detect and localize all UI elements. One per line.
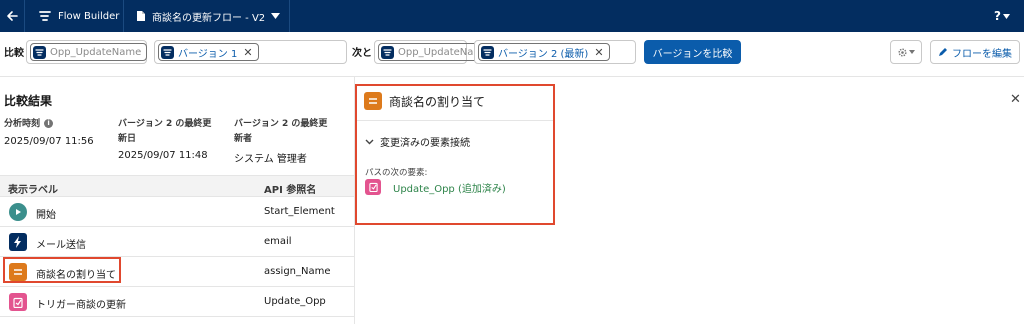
right-version-field[interactable]: バージョン 2 (最新) ✕ [474,40,636,64]
settings-menu-button[interactable] [890,40,922,64]
detail-title: 商談名の割り当て [389,94,486,109]
row-label: トリガー商談の更新 [36,300,126,311]
flow-title: 商談名の更新フロー - V2 [152,12,266,24]
assignment-icon [364,92,382,110]
last-modified-by-value: システム 管理者 [234,154,307,165]
help-menu[interactable]: ? [994,0,1010,32]
flow-icon [39,11,51,21]
element-detail-panel: 商談名の割り当て 変更済みの要素接続 パスの次の要素: Update_Opp (… [355,84,555,225]
next-element-label: パスの次の要素: [365,168,428,178]
results-title: 比較結果 [4,94,53,108]
changed-connections-section[interactable]: 変更済みの要素接続 [365,134,470,149]
arrow-left-icon [7,11,18,21]
last-modified-date-value: 2025/09/07 11:48 [118,150,208,161]
caret-down-icon [909,50,915,54]
highlight-box [3,257,121,283]
lightning-icon [9,233,27,251]
update-record-icon [9,293,27,311]
flow-title-menu[interactable]: 商談名の更新フロー - V2 [136,0,281,32]
info-icon[interactable]: i [44,119,54,128]
caret-down-icon [271,13,281,19]
analysis-time-value: 2025/09/07 11:56 [4,136,94,147]
next-element-item[interactable]: Update_Opp (追加済み) [365,179,506,195]
row-api-name: assign_Name [264,266,331,277]
top-bar: Flow Builder 商談名の更新フロー - V2 ? [0,0,1024,32]
back-button[interactable] [0,0,24,32]
close-icon[interactable]: ✕ [1010,92,1021,107]
flow-icon [381,45,394,59]
app-name: Flow Builder [58,10,120,22]
row-api-name: Start_Element [264,206,335,217]
update-record-icon [365,179,381,195]
detail-header: 商談名の割り当て [364,92,485,110]
table-row[interactable]: トリガー商談の更新 Update_Opp [0,288,354,317]
left-flow-field[interactable]: Opp_UpdateName [26,40,148,64]
left-flow-pill: Opp_UpdateName [30,43,148,61]
gear-icon [898,47,907,57]
next-element-name: Update_Opp (追加済み) [393,183,506,195]
edit-flow-button[interactable]: フローを編集 [930,40,1020,64]
left-flow-name: Opp_UpdateName [50,46,142,58]
flow-icon [481,45,494,59]
remove-right-version-icon[interactable]: ✕ [594,46,603,59]
compare-versions-button[interactable]: バージョンを比較 [644,40,741,64]
pencil-icon [939,48,947,56]
right-version-name: バージョン 2 (最新) [498,48,589,60]
compare-label: 比較 [4,48,24,59]
flow-icon [33,45,46,59]
document-icon [137,11,145,21]
flow-icon [161,45,174,59]
row-label: 開始 [36,210,56,221]
right-version-pill: バージョン 2 (最新) ✕ [478,43,610,61]
toolbar-divider [0,76,1024,77]
col-header-label[interactable]: 表示ラベル [8,181,58,196]
play-icon [9,203,27,221]
left-version-pill: バージョン 1 ✕ [158,43,259,61]
right-flow-field[interactable]: Opp_UpdateName [374,40,496,64]
app-brand: Flow Builder [38,0,119,32]
row-api-name: email [264,236,292,247]
table-row[interactable]: メール送信 email [0,228,354,257]
last-modified-date-label: バージョン 2 の最終更 新日 [118,119,212,144]
left-version-name: バージョン 1 [178,48,238,60]
last-modified-by-label: バージョン 2 の最終更 新者 [234,119,328,144]
row-api-name: Update_Opp [264,296,326,307]
analysis-time-label: 分析時刻 i [4,117,54,132]
compare-with-label: 次と [352,48,372,59]
table-row[interactable]: 開始 Start_Element [0,198,354,227]
caret-down-icon [1003,13,1010,19]
table-header: 表示ラベル API 参照名 [0,175,354,197]
detail-divider [357,120,553,121]
section-title: 変更済みの要素接続 [380,138,470,149]
row-label: メール送信 [36,240,86,251]
remove-left-version-icon[interactable]: ✕ [243,46,252,59]
chevron-down-icon [365,139,374,144]
help-icon: ? [994,9,1001,23]
edit-flow-label: フローを編集 [952,48,1012,60]
left-version-field[interactable]: バージョン 1 ✕ [154,40,347,64]
col-header-api[interactable]: API 参照名 [264,181,316,196]
